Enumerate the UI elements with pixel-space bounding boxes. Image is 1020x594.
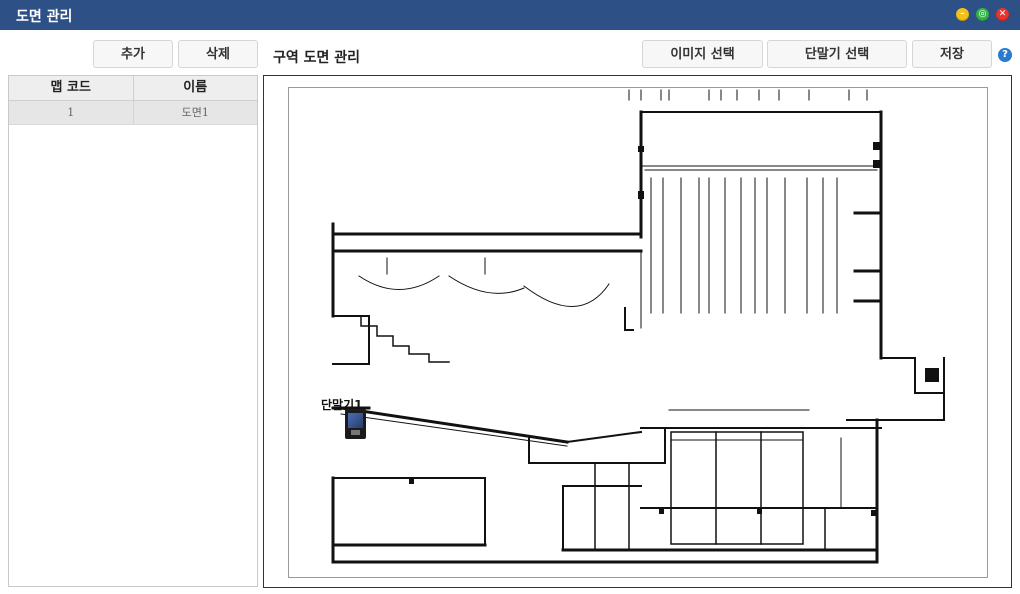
select-image-button[interactable]: 이미지 선택: [642, 40, 763, 68]
delete-button[interactable]: 삭제: [178, 40, 258, 68]
title-bar: 도면 관리 – ◎ ✕: [0, 0, 1020, 30]
terminal-screen: [348, 413, 363, 428]
table-header: 맵 코드 이름: [9, 76, 257, 101]
column-header-map-code[interactable]: 맵 코드: [9, 76, 134, 100]
terminal-keypad: [351, 430, 360, 435]
window-title: 도면 관리: [16, 9, 73, 25]
column-header-name[interactable]: 이름: [134, 76, 258, 100]
floor-plan-drawing: [331, 89, 945, 564]
add-button[interactable]: 추가: [93, 40, 173, 68]
cell-map-code: 1: [9, 101, 134, 124]
map-table: 맵 코드 이름 1 도면1: [8, 75, 258, 587]
floor-plan-canvas[interactable]: 단말기1: [263, 75, 1012, 588]
cell-name: 도면1: [181, 106, 209, 119]
save-button[interactable]: 저장: [912, 40, 992, 68]
close-button[interactable]: ✕: [996, 8, 1009, 21]
minimize-button[interactable]: –: [956, 8, 969, 21]
select-terminal-button[interactable]: 단말기 선택: [767, 40, 907, 68]
floor-plan-image: 단말기1: [288, 87, 988, 578]
section-title: 구역 도면 관리: [273, 50, 361, 66]
terminal-device-icon[interactable]: [345, 409, 366, 439]
restore-button[interactable]: ◎: [976, 8, 989, 21]
table-row[interactable]: 1 도면1: [9, 101, 257, 125]
help-icon[interactable]: ?: [998, 48, 1012, 62]
